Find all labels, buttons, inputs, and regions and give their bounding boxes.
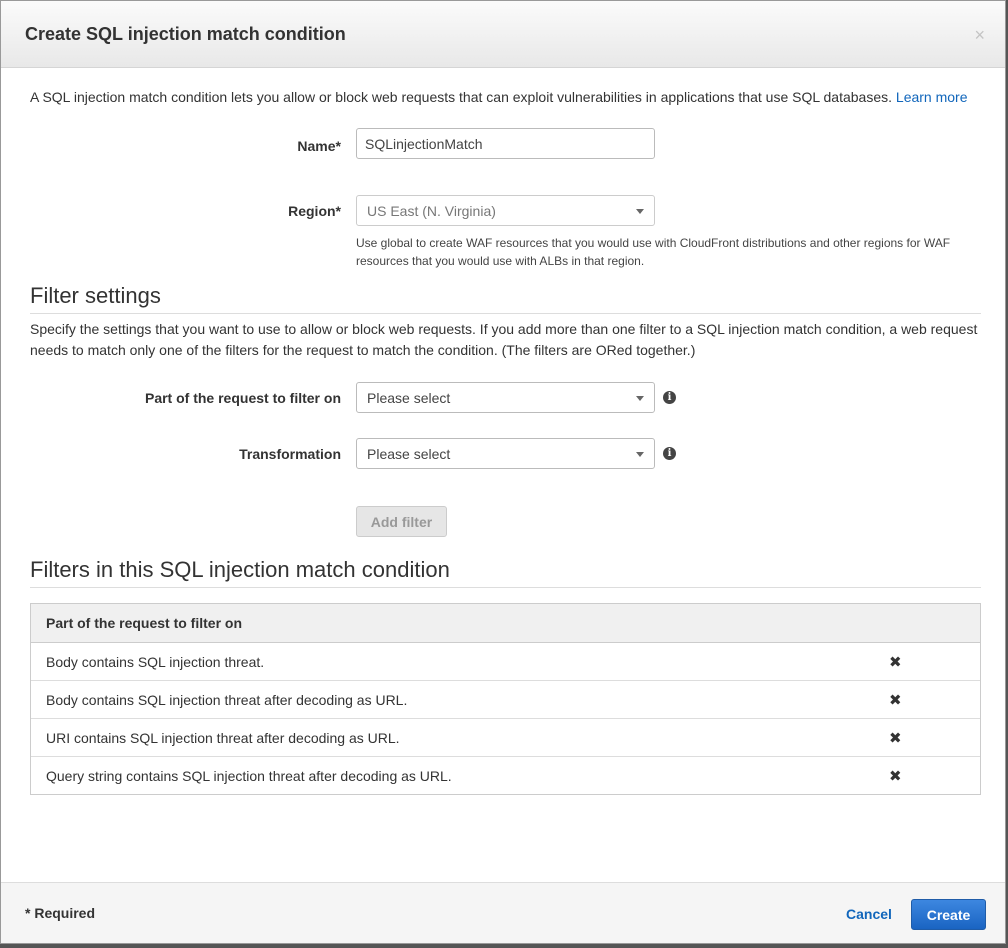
filter-description: Query string contains SQL injection thre… xyxy=(30,756,811,795)
region-label: Region* xyxy=(288,203,341,219)
section-divider xyxy=(30,587,981,588)
add-filter-button[interactable]: Add filter xyxy=(356,506,447,537)
filter-settings-description: Specify the settings that you want to us… xyxy=(30,321,978,358)
part-select[interactable]: Please select xyxy=(356,382,655,413)
chevron-down-icon xyxy=(636,396,644,401)
dialog-title: Create SQL injection match condition xyxy=(25,24,346,44)
dialog-header: Create SQL injection match condition × xyxy=(1,1,1005,68)
create-condition-dialog: Create SQL injection match condition × A… xyxy=(0,0,1006,944)
filter-description: Body contains SQL injection threat after… xyxy=(30,680,811,719)
filter-description: URI contains SQL injection threat after … xyxy=(30,718,811,757)
remove-filter-icon[interactable]: ✖ xyxy=(889,730,902,747)
intro-description: A SQL injection match condition lets you… xyxy=(30,89,893,105)
chevron-down-icon xyxy=(636,452,644,457)
close-icon[interactable]: × xyxy=(974,25,985,45)
part-select-value: Please select xyxy=(367,389,451,406)
cancel-button[interactable]: Cancel xyxy=(846,906,892,922)
dialog-footer: * Required Cancel Create xyxy=(1,882,1005,943)
create-button[interactable]: Create xyxy=(911,899,986,930)
table-row: URI contains SQL injection threat after … xyxy=(30,718,981,757)
remove-filter-icon[interactable]: ✖ xyxy=(889,768,902,785)
name-label: Name* xyxy=(297,138,341,154)
column-header-part: Part of the request to filter on xyxy=(30,603,981,643)
name-input[interactable] xyxy=(356,128,655,159)
region-value: US East (N. Virginia) xyxy=(367,202,496,219)
info-icon[interactable]: i xyxy=(663,447,676,460)
intro-text: A SQL injection match condition lets you… xyxy=(30,89,990,105)
table-header-row: Part of the request to filter on xyxy=(30,603,981,643)
part-label: Part of the request to filter on xyxy=(144,390,341,406)
region-help-text: Use global to create WAF resources that … xyxy=(356,236,951,268)
transformation-label: Transformation xyxy=(239,446,341,462)
chevron-down-icon xyxy=(636,209,644,214)
info-icon[interactable]: i xyxy=(663,391,676,404)
remove-filter-icon[interactable]: ✖ xyxy=(889,654,902,671)
required-note: * Required xyxy=(25,905,96,921)
filters-table: Part of the request to filter on Body co… xyxy=(30,603,981,795)
region-select[interactable]: US East (N. Virginia) xyxy=(356,195,655,226)
filters-table-title: Filters in this SQL injection match cond… xyxy=(30,557,450,582)
table-row: Body contains SQL injection threat. ✖ xyxy=(30,642,981,681)
transformation-select-value: Please select xyxy=(367,445,451,462)
table-row: Body contains SQL injection threat after… xyxy=(30,680,981,719)
table-row: Query string contains SQL injection thre… xyxy=(30,756,981,795)
learn-more-link[interactable]: Learn more xyxy=(896,89,968,105)
remove-filter-icon[interactable]: ✖ xyxy=(889,692,902,709)
filter-description: Body contains SQL injection threat. xyxy=(30,642,811,681)
filter-settings-title: Filter settings xyxy=(30,283,161,308)
section-divider xyxy=(30,313,981,314)
transformation-select[interactable]: Please select xyxy=(356,438,655,469)
